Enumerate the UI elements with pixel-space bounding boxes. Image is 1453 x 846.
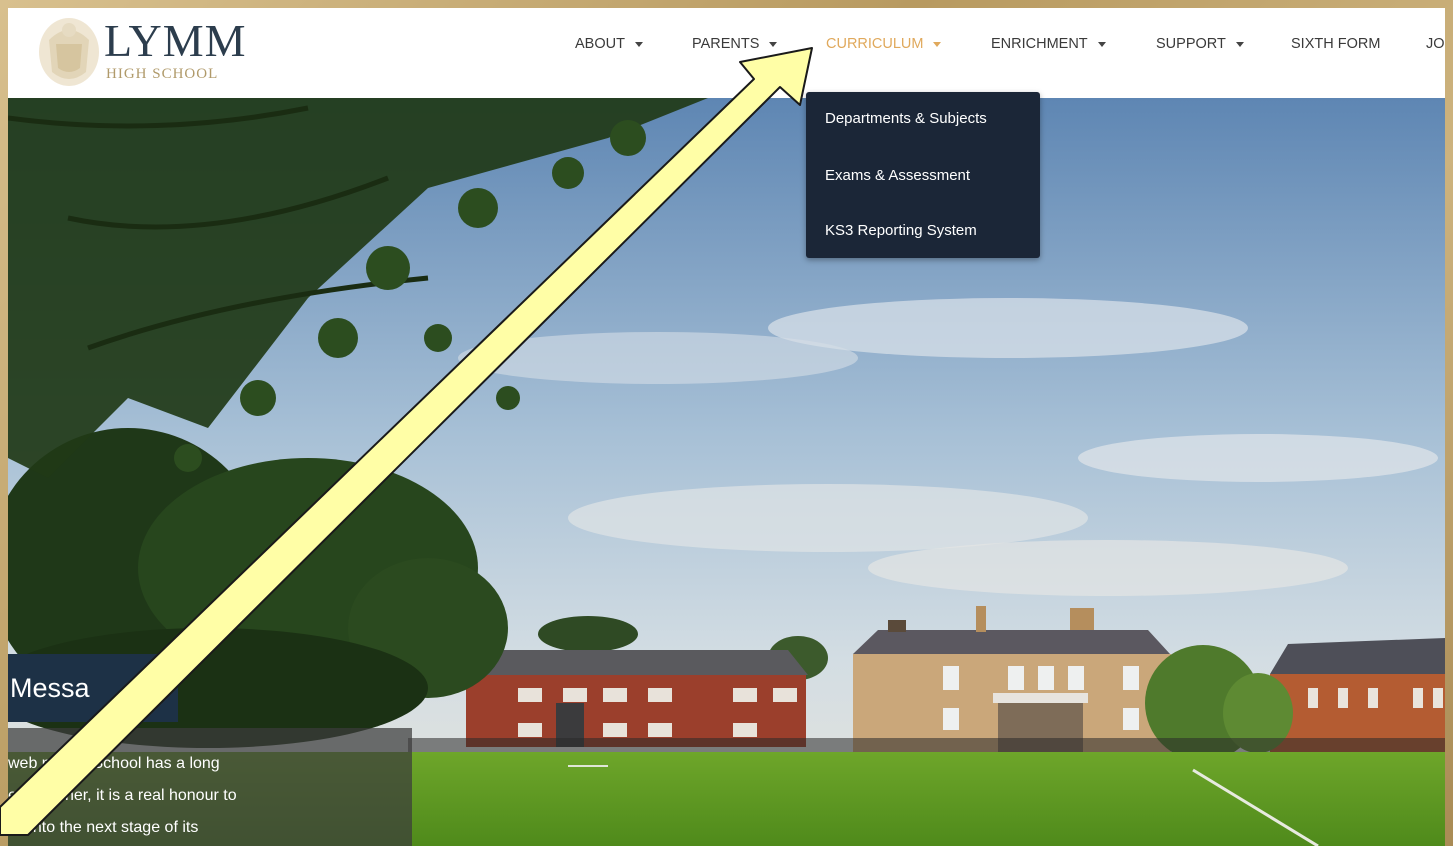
message-panel: web n High School has a long eadteacher,… <box>8 728 412 846</box>
school-logo[interactable]: LYMM HIGH SCHOOL <box>34 10 264 90</box>
message-title[interactable]: Messa <box>8 654 178 722</box>
message-text: web n High School has a long eadteacher,… <box>8 748 388 844</box>
nav-item-enrichment[interactable]: ENRICHMENT <box>991 36 1106 52</box>
webpage: LYMM HIGH SCHOOL ABOUT PARENTS CURRICULU… <box>8 8 1445 846</box>
message-line: web n High School has a long <box>8 755 220 772</box>
logo-subtitle: HIGH SCHOOL <box>106 66 219 82</box>
message-line: ce into the next stage of its <box>8 819 199 836</box>
nav-item-sixth-form[interactable]: SIXTH FORM <box>1291 36 1380 52</box>
caret-down-icon <box>769 41 778 47</box>
dropdown-item-departments[interactable]: Departments & Subjects <box>825 110 987 127</box>
message-line: eadteacher, it is a real honour to <box>8 787 237 804</box>
nav-item-curriculum[interactable]: CURRICULUM <box>826 36 942 52</box>
nav-item-support[interactable]: SUPPORT <box>1156 36 1244 52</box>
crest-icon <box>39 18 99 86</box>
nav-item-join[interactable]: JOI <box>1426 36 1445 52</box>
caret-down-icon <box>1097 41 1106 47</box>
logo-wordmark: LYMM <box>104 15 247 66</box>
nav-label: ABOUT <box>575 36 625 52</box>
curriculum-dropdown: Departments & Subjects Exams & Assessmen… <box>806 92 1040 258</box>
dropdown-item-exams[interactable]: Exams & Assessment <box>825 167 970 184</box>
caret-down-icon <box>933 41 942 47</box>
caret-down-icon <box>1235 41 1244 47</box>
nav-label: JOI <box>1426 36 1445 52</box>
nav-item-about[interactable]: ABOUT <box>575 36 643 52</box>
hero-image: Messa web n High School has a long eadte… <box>8 98 1445 846</box>
nav-label: CURRICULUM <box>826 36 924 52</box>
caret-down-icon <box>634 41 643 47</box>
message-title-text: Messa <box>10 673 90 703</box>
nav-label: SIXTH FORM <box>1291 36 1381 52</box>
dropdown-item-ks3-reporting[interactable]: KS3 Reporting System <box>825 222 977 239</box>
nav-label: ENRICHMENT <box>991 36 1088 52</box>
site-header: LYMM HIGH SCHOOL ABOUT PARENTS CURRICULU… <box>8 8 1445 98</box>
nav-label: SUPPORT <box>1156 36 1226 52</box>
nav-item-parents[interactable]: PARENTS <box>692 36 778 52</box>
nav-label: PARENTS <box>692 36 760 52</box>
